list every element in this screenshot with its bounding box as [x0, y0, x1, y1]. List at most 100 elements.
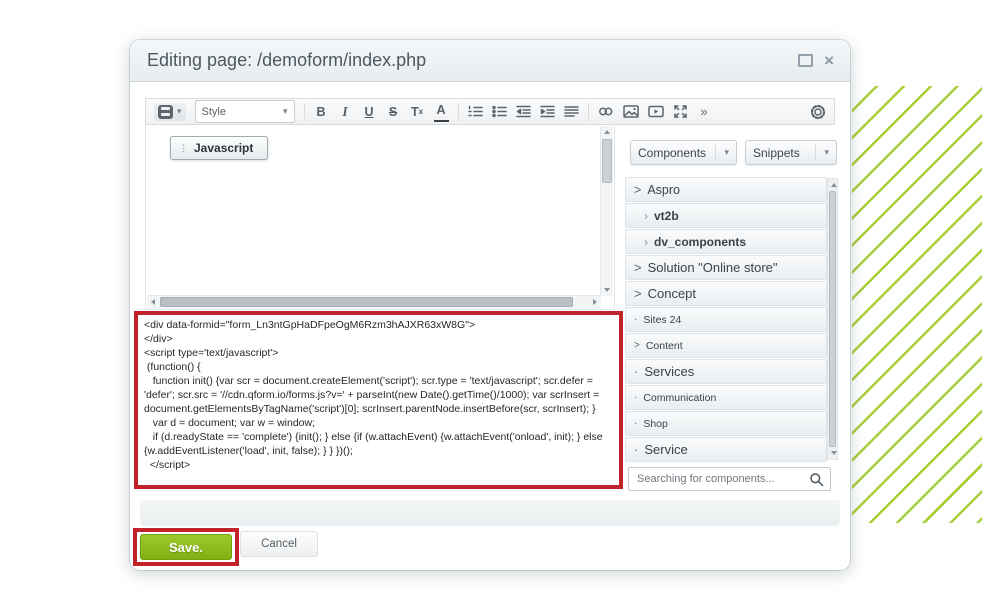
bullet-list-icon	[492, 104, 507, 119]
tree-item-label: Solution "Online store"	[648, 260, 778, 275]
tree-item-content[interactable]: >Content	[625, 333, 827, 358]
bold-button[interactable]: B	[314, 102, 329, 121]
tree-item-bullet: ·	[634, 392, 637, 403]
tree-item-communication[interactable]: · Communication	[625, 385, 827, 410]
components-search-input[interactable]	[635, 472, 809, 486]
insert-component-button[interactable]: ▾	[154, 103, 186, 121]
javascript-block[interactable]: ⋮ Javascript	[170, 136, 268, 160]
drag-handle-icon: ⋮	[179, 143, 187, 154]
snippets-tab-label: Snippets	[753, 146, 800, 160]
chevron-down-icon: ▾	[177, 107, 182, 116]
image-button[interactable]	[623, 102, 639, 121]
link-button[interactable]	[598, 102, 614, 121]
underline-button[interactable]: U	[362, 102, 377, 121]
scroll-up-arrow-icon[interactable]	[604, 130, 610, 134]
toolbar-separator	[588, 103, 589, 121]
tree-item-bullet: ·	[634, 314, 637, 325]
gear-icon	[810, 104, 826, 120]
text-color-button[interactable]: A	[434, 101, 449, 122]
cancel-button[interactable]: Cancel	[240, 531, 318, 557]
editor-vertical-scrollbar[interactable]	[600, 126, 613, 296]
chevron-down-icon: ▾	[715, 145, 729, 160]
tree-item-sites-24[interactable]: ·Sites 24	[625, 307, 827, 332]
indent-button[interactable]	[540, 102, 555, 121]
tree-item-label: Services	[644, 364, 694, 379]
tree-item-services[interactable]: · Services	[625, 359, 827, 384]
scroll-down-arrow-icon[interactable]	[831, 451, 837, 455]
toolbar-separator	[304, 103, 305, 121]
bullet-list-button[interactable]	[492, 102, 507, 121]
ordered-list-button[interactable]	[468, 102, 483, 121]
outdent-button[interactable]	[516, 102, 531, 121]
tree-item-vt2b[interactable]: › vt2b	[625, 203, 827, 228]
save-annotation-box: Save.	[133, 528, 239, 566]
justify-button[interactable]	[564, 102, 579, 121]
page-title: Editing page: /demoform/index.php	[147, 50, 426, 71]
window-controls: ×	[798, 54, 834, 67]
javascript-block-label: Javascript	[194, 141, 253, 155]
settings-button[interactable]	[810, 102, 826, 121]
outdent-icon	[516, 104, 531, 119]
search-icon[interactable]	[809, 472, 824, 487]
tree-item-arrow: >	[634, 183, 641, 197]
code-textarea[interactable]: <div data-formid="form_Ln3ntGpHaDFpeOgM6…	[138, 315, 619, 485]
style-dropdown[interactable]: Style ▾	[195, 100, 295, 123]
tree-item-label: Communication	[643, 392, 716, 404]
clear-format-button[interactable]: Tx	[410, 102, 425, 121]
toolbar-separator	[458, 103, 459, 121]
justify-icon	[564, 104, 579, 119]
snippets-tab[interactable]: Snippets ▾	[745, 140, 837, 165]
scrollbar-thumb[interactable]	[829, 191, 836, 447]
tree-item-shop[interactable]: ·Shop	[625, 411, 827, 436]
tree-item-solution-online-store[interactable]: > Solution "Online store"	[625, 255, 827, 280]
tree-item-label: Concept	[648, 286, 696, 301]
fullscreen-icon	[673, 104, 688, 119]
components-search	[628, 467, 831, 491]
image-icon	[623, 104, 639, 119]
scroll-down-arrow-icon[interactable]	[604, 288, 610, 292]
scroll-left-arrow-icon[interactable]	[151, 299, 155, 305]
save-button[interactable]: Save.	[140, 534, 232, 560]
tree-item-label: vt2b	[654, 209, 679, 223]
fullscreen-button[interactable]	[673, 102, 688, 121]
tree-scrollbar[interactable]	[827, 178, 838, 460]
tree-item-label: dv_components	[654, 235, 746, 249]
scrollbar-thumb[interactable]	[602, 139, 612, 183]
tree-item-arrow: >	[634, 340, 640, 351]
tree-item-aspro[interactable]: >Aspro	[625, 177, 827, 202]
editor-horizontal-scrollbar[interactable]	[147, 295, 601, 308]
more-tools-button[interactable]: »	[697, 102, 712, 121]
tree-item-arrow: >	[634, 260, 642, 275]
components-tab[interactable]: Components ▾	[630, 140, 737, 165]
tree-item-concept[interactable]: >Concept	[625, 281, 827, 306]
link-icon	[598, 104, 614, 119]
maximize-icon[interactable]	[798, 54, 813, 67]
strikethrough-button[interactable]: S	[386, 102, 401, 121]
clear-format-t: T	[411, 105, 419, 119]
tree-item-dv-components[interactable]: › dv_components	[625, 229, 827, 254]
editor-toolbar: ▾ Style ▾ B I U S Tx A	[145, 98, 835, 125]
tree-item-bullet: ·	[634, 442, 638, 457]
tree-item-service[interactable]: · Service	[625, 437, 827, 462]
tree-item-arrow: ›	[644, 209, 648, 223]
clear-format-x: x	[419, 107, 423, 116]
components-grid-icon	[158, 105, 173, 119]
video-button[interactable]	[648, 102, 664, 121]
indent-icon	[540, 104, 555, 119]
ordered-list-icon	[468, 104, 483, 119]
components-tree: >Aspro › vt2b › dv_components > Solution "O…	[625, 177, 827, 463]
tree-item-arrow: ›	[644, 235, 648, 249]
edit-page-dialog: Editing page: /demoform/index.php × ▾ St…	[130, 40, 850, 570]
tree-item-label: Service	[644, 442, 687, 457]
chevron-down-icon: ▾	[283, 107, 288, 116]
components-tab-label: Components	[638, 146, 706, 160]
chevron-down-icon: ▾	[815, 145, 829, 160]
scrollbar-thumb[interactable]	[160, 297, 573, 307]
scroll-right-arrow-icon[interactable]	[593, 299, 597, 305]
scroll-up-arrow-icon[interactable]	[831, 183, 837, 187]
tree-item-bullet: ·	[634, 364, 638, 379]
italic-button[interactable]: I	[338, 102, 353, 121]
code-annotation-box: <div data-formid="form_Ln3ntGpHaDFpeOgM6…	[134, 311, 623, 489]
close-icon[interactable]: ×	[824, 55, 834, 66]
wysiwyg-area[interactable]: ⋮ Javascript	[145, 125, 615, 310]
